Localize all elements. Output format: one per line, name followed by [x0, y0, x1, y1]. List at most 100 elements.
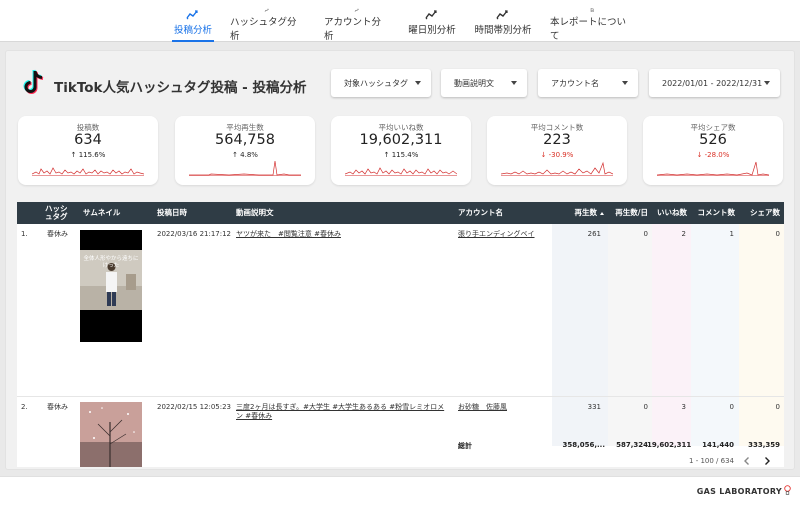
account-filter-dropdown[interactable]: アカウント名: [538, 69, 638, 97]
description-filter-dropdown[interactable]: 動画説明文: [441, 69, 527, 97]
kpi-value: 223: [543, 132, 571, 148]
column-header-posted-at[interactable]: 投稿日時: [157, 202, 217, 224]
sparkline-series: [32, 167, 144, 175]
table-row[interactable]: 1. 春休み 全体人形やから遠ちにけった 2022/03/16 21:17:12…: [17, 224, 784, 348]
page-title: TikTok人気ハッシュタグ投稿 - 投稿分析: [54, 80, 307, 96]
row-hashtag: 春休み: [47, 403, 68, 411]
video-thumbnail[interactable]: 全体人形やから遠ちにけった: [80, 230, 142, 342]
row-comments: 0: [729, 403, 734, 411]
sparkline-series: [657, 161, 769, 176]
column-header-shares[interactable]: シェア数: [739, 202, 780, 224]
document-icon: [590, 8, 594, 12]
column-header-comments[interactable]: コメント数: [691, 202, 736, 224]
tab-weekday-analysis[interactable]: 曜日別分析: [408, 0, 456, 42]
row-hashtag: 春休み: [47, 230, 68, 238]
sparkline-series: [501, 161, 613, 175]
row-views: 331: [587, 403, 601, 411]
row-likes: 2: [681, 230, 686, 238]
filter-label: アカウント名: [551, 78, 599, 88]
brand-name: GAS LABORATORY: [696, 487, 782, 496]
tab-label: 投稿分析: [173, 25, 212, 36]
trend-icon: [425, 10, 437, 20]
sort-ascending-icon: [600, 211, 604, 215]
row-account-link[interactable]: 張り手エンディングベイ: [458, 230, 548, 239]
table-header: ハッシュタグ サムネイル 投稿日時 動画説明文 アカウント名 再生数 再生数/日…: [17, 202, 784, 224]
tab-post-analysis[interactable]: 投稿分析: [172, 0, 214, 42]
tab-label: 時間帯別分析: [474, 25, 532, 36]
date-range-picker[interactable]: 2022/01/01 - 2022/12/31: [649, 69, 780, 97]
next-page-icon[interactable]: [760, 455, 774, 467]
thumbnail-image: [80, 250, 142, 310]
table-row[interactable]: 2. 春休み 2022/02/15 12:05:23 三度2ヶ月は長すぎ。#大学…: [17, 397, 784, 467]
row-account-link[interactable]: お砂糖 佐藤風: [458, 403, 548, 412]
video-thumbnail[interactable]: [80, 402, 142, 467]
caret-down-icon: [764, 81, 770, 85]
row-posted-at: 2022/03/16 21:17:12: [157, 230, 232, 238]
totals-shares: 333,359: [748, 441, 780, 449]
totals-label: 総計: [458, 442, 472, 450]
row-shares: 0: [775, 403, 780, 411]
kpi-sparkline: [657, 161, 769, 176]
thumbnail-image: [80, 402, 142, 467]
pagination-range: 1 - 100 / 634: [689, 457, 734, 465]
kpi-sparkline: [345, 167, 457, 176]
tab-label: ハッシュタグ分析: [230, 17, 297, 42]
tab-account-analysis[interactable]: アカウント分析: [324, 0, 390, 42]
tab-timeslot-analysis[interactable]: 時間帯別分析: [474, 0, 532, 42]
kpi-value: 19,602,311: [359, 132, 443, 148]
kpi-value: 634: [74, 132, 102, 148]
sparkline-series: [345, 167, 457, 175]
tab-about-report[interactable]: 本レポートについて: [550, 0, 634, 42]
row-likes: 3: [681, 403, 686, 411]
date-range-label: 2022/01/01 - 2022/12/31: [662, 78, 763, 88]
kpi-delta: ↑ 4.8%: [232, 151, 258, 159]
kpi-card-average-views: 平均再生数 564,758 ↑ 4.8%: [175, 116, 315, 185]
totals-comments: 141,440: [702, 441, 734, 449]
kpi-card-average-shares: 平均シェア数 526 ↓ -28.0%: [643, 116, 783, 185]
column-header-views[interactable]: 再生数: [552, 202, 604, 224]
kpi-delta: ↑ 115.4%: [383, 151, 419, 159]
tiktok-logo-icon: [23, 69, 44, 94]
tab-label: 本レポートについて: [550, 17, 627, 42]
column-header-likes[interactable]: いいね数: [652, 202, 687, 224]
kpi-card-average-comments: 平均コメント数 223 ↓ -30.9%: [487, 116, 627, 185]
trend-icon: [354, 8, 359, 12]
column-header-account[interactable]: アカウント名: [458, 202, 528, 224]
row-shares: 0: [775, 230, 780, 238]
column-header-description[interactable]: 動画説明文: [236, 202, 336, 224]
kpi-card-average-likes: 平均いいね数 19,602,311 ↑ 115.4%: [331, 116, 471, 185]
row-views-per-day: 0: [643, 403, 648, 411]
totals-views: 358,056,...: [562, 441, 605, 449]
totals-likes: 19,602,311: [647, 441, 692, 449]
previous-page-icon[interactable]: [740, 455, 754, 467]
hashtag-filter-dropdown[interactable]: 対象ハッシュタグ: [331, 69, 431, 97]
posts-table: ハッシュタグ サムネイル 投稿日時 動画説明文 アカウント名 再生数 再生数/日…: [17, 202, 784, 467]
kpi-delta: ↓ -30.9%: [540, 151, 574, 159]
kpi-sparkline: [501, 161, 613, 176]
top-navigation: 投稿分析 ハッシュタグ分析 アカウント分析 曜日別分析 時間帯別分析 本レポート…: [0, 0, 800, 42]
row-description-link[interactable]: 三度2ヶ月は長すぎ。#大学生 #大学生あるある #粉雪レミオロメン #春休み: [236, 403, 446, 422]
trend-icon: [496, 10, 508, 20]
caret-down-icon: [415, 81, 421, 85]
trend-icon: [264, 8, 269, 12]
row-views-per-day: 0: [643, 230, 648, 238]
column-header-hashtag[interactable]: ハッシュタグ: [45, 202, 73, 224]
totals-views-per-day: 587,324: [616, 441, 648, 449]
caret-down-icon: [511, 81, 517, 85]
footer: GAS LABORATORY: [0, 476, 800, 505]
column-header-views-per-day[interactable]: 再生数/日: [608, 202, 648, 224]
column-header-thumbnail[interactable]: サムネイル: [83, 202, 143, 224]
caret-down-icon: [622, 81, 628, 85]
row-comments: 1: [729, 230, 734, 238]
tab-label: アカウント分析: [324, 17, 382, 42]
row-description-link[interactable]: ヤツが来た #閲覧注意 #春休み: [236, 230, 446, 239]
tab-label: 曜日別分析: [408, 25, 456, 36]
kpi-delta: ↑ 115.6%: [70, 151, 106, 159]
totals-row: 総計 358,056,... 587,324 19,602,311 141,44…: [17, 441, 784, 453]
pagination: 1 - 100 / 634: [689, 455, 774, 467]
trend-icon: [186, 10, 198, 20]
tab-hashtag-analysis[interactable]: ハッシュタグ分析: [230, 0, 304, 42]
kpi-sparkline: [189, 160, 301, 176]
kpi-value: 526: [699, 132, 727, 148]
row-index: 2.: [21, 403, 28, 411]
